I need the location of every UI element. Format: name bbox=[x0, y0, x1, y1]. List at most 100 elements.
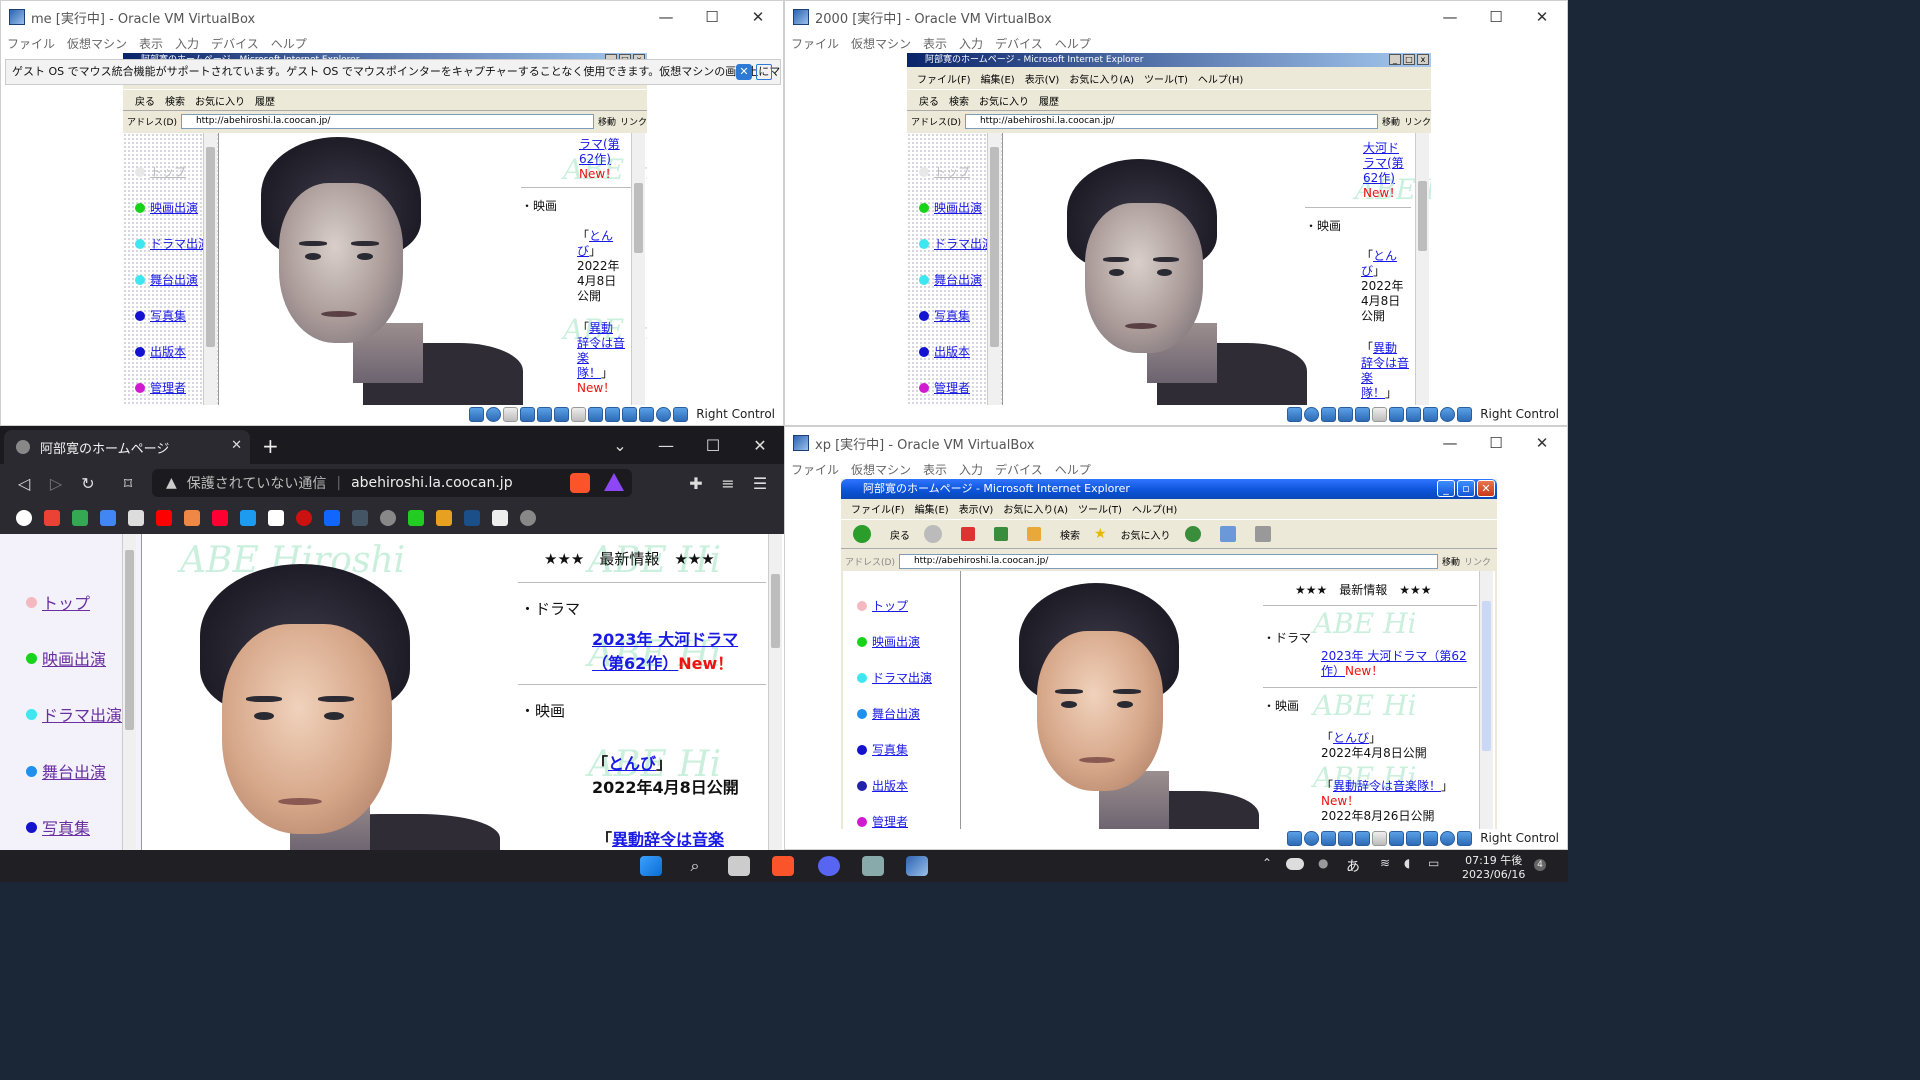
menu-file[interactable]: ファイル bbox=[7, 35, 55, 52]
youtube-icon[interactable] bbox=[156, 510, 172, 526]
menu-machine[interactable]: 仮想マシン bbox=[67, 35, 127, 52]
close-notification-icon[interactable]: ✕ bbox=[736, 64, 752, 80]
speaker-icon[interactable]: ◖ bbox=[1404, 856, 1410, 870]
menu-view[interactable]: 表示 bbox=[923, 35, 947, 52]
ie-address-input[interactable]: http://abehiroshi.la.coocan.jp/ bbox=[898, 553, 1438, 569]
close-button[interactable]: ✕ bbox=[1519, 1, 1565, 33]
refresh-icon[interactable] bbox=[994, 527, 1008, 541]
search-icon[interactable]: ⌕ bbox=[684, 856, 706, 876]
nav-link-top[interactable]: トップ bbox=[150, 163, 186, 180]
ie-menu-file[interactable]: ファイル(F) bbox=[917, 71, 971, 86]
movie2-link[interactable]: 異動辞令は音楽隊！ bbox=[1333, 779, 1441, 793]
maximize-button[interactable]: ☐ bbox=[697, 426, 729, 464]
maximize-button[interactable]: ☐ bbox=[1473, 1, 1519, 33]
ie-menu-view[interactable]: 表示(V) bbox=[959, 501, 994, 516]
scrollbar-thumb[interactable] bbox=[771, 574, 780, 648]
guest-ie-window[interactable]: 阿部寛のホームページ - Microsoft Internet Explorer… bbox=[841, 479, 1497, 829]
home-icon[interactable] bbox=[1027, 527, 1041, 541]
movie1-link[interactable]: とんび bbox=[577, 229, 613, 258]
nav-link-drama[interactable]: ドラマ出演 bbox=[150, 235, 210, 252]
reload-icon[interactable]: ↻ bbox=[72, 464, 104, 502]
nav-link-movies[interactable]: 映画出演 bbox=[934, 199, 982, 216]
page-scrollbar[interactable] bbox=[1415, 133, 1429, 405]
nav-link-drama[interactable]: ドラマ出演 bbox=[42, 702, 122, 726]
tab-search-chevron-icon[interactable]: ⌄ bbox=[604, 426, 636, 464]
nav-link-admin[interactable]: 管理者 bbox=[934, 379, 970, 396]
print-icon[interactable] bbox=[1254, 526, 1271, 542]
ie-back-button[interactable]: 戻る bbox=[919, 93, 939, 108]
nav-link-admin[interactable]: 管理者 bbox=[150, 379, 186, 396]
menu-file[interactable]: ファイル bbox=[791, 35, 839, 52]
nav-link-movies[interactable]: 映画出演 bbox=[150, 199, 198, 216]
nav-link-drama[interactable]: ドラマ出演 bbox=[872, 669, 932, 686]
brave-shields-icon[interactable] bbox=[570, 473, 590, 493]
ie-close-button[interactable]: ✕ bbox=[1477, 480, 1495, 497]
start-icon[interactable] bbox=[640, 856, 662, 876]
ie-go-button[interactable]: 移動 bbox=[598, 115, 616, 128]
ie-menu-file[interactable]: ファイル(F) bbox=[851, 501, 905, 516]
ie-back-button[interactable]: 戻る bbox=[890, 527, 910, 542]
ie-favorites-button[interactable]: お気に入り bbox=[195, 93, 245, 108]
minimize-button[interactable]: — bbox=[1427, 1, 1473, 33]
forward-arrow-icon[interactable] bbox=[924, 525, 942, 543]
guest-ie-window[interactable]: 阿部寛のホームページ - Microsoft Internet Explorer… bbox=[123, 53, 647, 405]
nav-link-stage[interactable]: 舞台出演 bbox=[934, 271, 982, 288]
nav-scrollbar[interactable] bbox=[203, 133, 217, 405]
page-scrollbar[interactable] bbox=[631, 133, 645, 405]
menu-machine[interactable]: 仮想マシン bbox=[851, 461, 911, 478]
globe-icon[interactable] bbox=[380, 510, 396, 526]
movie1-link[interactable]: とんび bbox=[1333, 731, 1369, 745]
calendar-icon[interactable] bbox=[100, 510, 116, 526]
forward-icon[interactable]: ▷ bbox=[40, 464, 72, 502]
playlist-icon[interactable]: ≡ bbox=[712, 464, 744, 502]
page-scrollbar[interactable] bbox=[768, 534, 782, 850]
ie-maximize-button[interactable]: ▫ bbox=[1457, 480, 1475, 497]
address-bar[interactable]: ▲ 保護されていない通信 | abehiroshi.la.coocan.jp bbox=[152, 469, 632, 497]
close-button[interactable]: ✕ bbox=[1519, 427, 1565, 459]
nav-link-movies[interactable]: 映画出演 bbox=[872, 633, 920, 650]
close-tab-icon[interactable]: ✕ bbox=[231, 438, 242, 453]
ie-go-button[interactable]: 移動 bbox=[1442, 555, 1460, 568]
nav-link-stage[interactable]: 舞台出演 bbox=[150, 271, 198, 288]
movie2-link[interactable]: 異動辞令は音楽隊！ bbox=[577, 321, 625, 380]
history-icon[interactable] bbox=[1184, 526, 1201, 542]
nav-link-drama[interactable]: ドラマ出演 bbox=[934, 235, 994, 252]
gmail-icon[interactable] bbox=[44, 510, 60, 526]
scrollbar-thumb[interactable] bbox=[1418, 181, 1427, 251]
ie-menu-edit[interactable]: 編集(E) bbox=[915, 501, 949, 516]
nav-link-books[interactable]: 出版本 bbox=[150, 343, 186, 360]
nav-link-books[interactable]: 出版本 bbox=[872, 777, 908, 794]
vbox-window-xp[interactable]: xp [実行中] - Oracle VM VirtualBox — ☐ ✕ ファ… bbox=[784, 426, 1568, 850]
notification-badge[interactable]: 4 bbox=[1534, 859, 1546, 871]
back-arrow-icon[interactable] bbox=[853, 525, 871, 543]
ie-search-button[interactable]: 検索 bbox=[165, 93, 185, 108]
ie-back-button[interactable]: 戻る bbox=[135, 93, 155, 108]
ie-menu-help[interactable]: ヘルプ(H) bbox=[1132, 501, 1177, 516]
vbox-window-me[interactable]: me [実行中] - Oracle VM VirtualBox — ☐ ✕ ファ… bbox=[0, 0, 784, 426]
brave-taskbar-icon[interactable] bbox=[772, 856, 794, 876]
ie-close-button[interactable]: x bbox=[1417, 54, 1429, 65]
cube-icon[interactable] bbox=[862, 856, 884, 876]
ie-favorites-button[interactable]: お気に入り bbox=[1121, 527, 1171, 542]
maximize-button[interactable]: ☐ bbox=[1473, 427, 1519, 459]
ie-minimize-button[interactable]: _ bbox=[1389, 54, 1401, 65]
menu-input[interactable]: 入力 bbox=[959, 35, 983, 52]
guest-ie-window[interactable]: 阿部寛のホームページ - Microsoft Internet Explorer… bbox=[907, 53, 1431, 405]
ie-minimize-button[interactable]: _ bbox=[1437, 480, 1455, 497]
ie-menu-favorites[interactable]: お気に入り(A) bbox=[1003, 501, 1068, 516]
globe-icon[interactable] bbox=[520, 510, 536, 526]
virtualbox-taskbar-icon[interactable] bbox=[906, 856, 928, 876]
ie-history-button[interactable]: 履歴 bbox=[1039, 93, 1059, 108]
nav-scrollbar[interactable] bbox=[987, 133, 1001, 405]
bookmark-icon[interactable]: ⌑ bbox=[112, 464, 144, 502]
minimize-button[interactable]: — bbox=[1427, 427, 1473, 459]
ie-address-input[interactable]: http://abehiroshi.la.coocan.jp/ bbox=[964, 113, 1378, 129]
tab-abehiroshi[interactable]: 阿部寛のホームページ ✕ bbox=[4, 430, 250, 464]
twitter-icon[interactable] bbox=[240, 510, 256, 526]
ie-address-input[interactable]: http://abehiroshi.la.coocan.jp/ bbox=[180, 113, 594, 129]
drama-link[interactable]: 2023年 大河ドラマ bbox=[592, 626, 738, 650]
ie-search-button[interactable]: 検索 bbox=[949, 93, 969, 108]
menu-view[interactable]: 表示 bbox=[923, 461, 947, 478]
menu-help[interactable]: ヘルプ bbox=[1055, 35, 1091, 52]
nav-link-photobook[interactable]: 写真集 bbox=[872, 741, 908, 758]
